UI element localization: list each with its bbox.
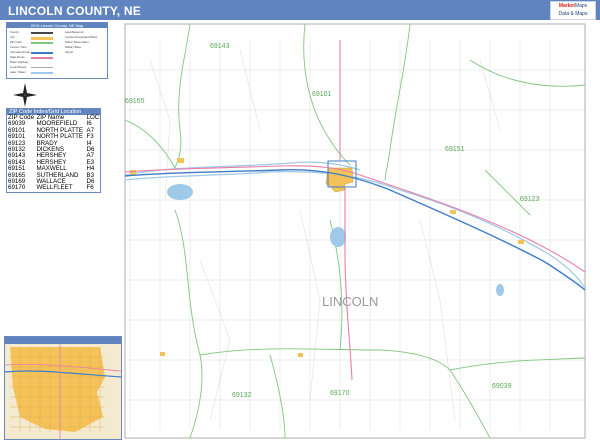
legend-item: Lake/Reservoir [65, 30, 84, 34]
zip-label-69170: 69170 [330, 390, 350, 397]
legend-swatch [31, 72, 53, 74]
zip-code-index: ZIP Code Index/Grid Location ZIP Code ZI… [6, 108, 101, 193]
county-label: LINCOLN [322, 294, 378, 309]
legend-swatch [31, 67, 53, 68]
legend-item: Military Base [65, 45, 82, 49]
legend-item: Major Highway [10, 60, 29, 64]
legend-item: Census Designated Place [65, 35, 98, 39]
legend-item: Native Reservation [65, 40, 89, 44]
logo-text-3: Data & Maps [558, 11, 588, 17]
lake-maloney [330, 227, 346, 247]
sutherland-reservoir [167, 184, 193, 200]
legend-item: Interstate Route [10, 50, 30, 54]
inset-map-drawing [5, 337, 121, 439]
logo-text-1: Market [558, 3, 575, 9]
logo-text-2: Maps [574, 3, 588, 9]
zip-index-table: ZIP Code ZIP Name LOC 69039 MOOREFIELD I6 … [7, 114, 100, 192]
north-platte-inset-map [4, 336, 122, 440]
map-title: LINCOLN COUNTY, NE [8, 4, 141, 18]
hershey-town [177, 158, 184, 163]
legend-swatch [31, 52, 53, 54]
zip-label-69039: 69039 [492, 383, 512, 390]
legend-item: Lake / Water [10, 70, 26, 74]
maxwell-town [450, 210, 456, 214]
grid-loc: F6 [86, 184, 94, 192]
legend-swatch [31, 42, 53, 44]
legend-item: County [10, 30, 19, 34]
legend-swatch [31, 57, 53, 59]
legend-item: Local Streets [10, 65, 27, 69]
title-bar: LINCOLN COUNTY, NE MarketMaps Data & Map… [0, 0, 600, 20]
legend-item: Census Tract [10, 45, 27, 49]
brady-town [518, 240, 524, 244]
zip-label-69151: 69151 [445, 146, 465, 153]
legend-item: City [10, 35, 15, 39]
compass-rose-icon [13, 83, 37, 107]
legend-item: ZIP Code [10, 40, 22, 44]
sutherland-town [130, 170, 136, 175]
zip-code: 69170 [8, 184, 26, 192]
legend-swatch [31, 32, 53, 34]
legend-swatch [31, 37, 53, 40]
zip-label-69165: 69165 [125, 98, 145, 105]
table-row: 69170 WELLFLEET F6 [7, 184, 100, 192]
wellfleet-town [298, 353, 303, 357]
zip-label-69101: 69101 [312, 91, 332, 98]
map-legend: 2018 Lincoln County, NE Map County City … [6, 22, 108, 79]
zip-label-69143: 69143 [210, 43, 230, 50]
wallace-town [160, 352, 165, 356]
publisher-logo: MarketMaps Data & Maps [550, 1, 596, 20]
map-poster: LINCOLN COUNTY, NE MarketMaps Data & Map… [0, 0, 600, 442]
legend-title: 2018 Lincoln County, NE Map [7, 23, 107, 28]
zip-label-69132: 69132 [232, 392, 252, 399]
zip-name: WELLFLEET [36, 184, 73, 192]
legend-item: State Route [10, 55, 25, 59]
legend-item: Airport [65, 50, 74, 54]
zip-label-69123: 69123 [520, 196, 540, 203]
small-lake [496, 284, 504, 296]
